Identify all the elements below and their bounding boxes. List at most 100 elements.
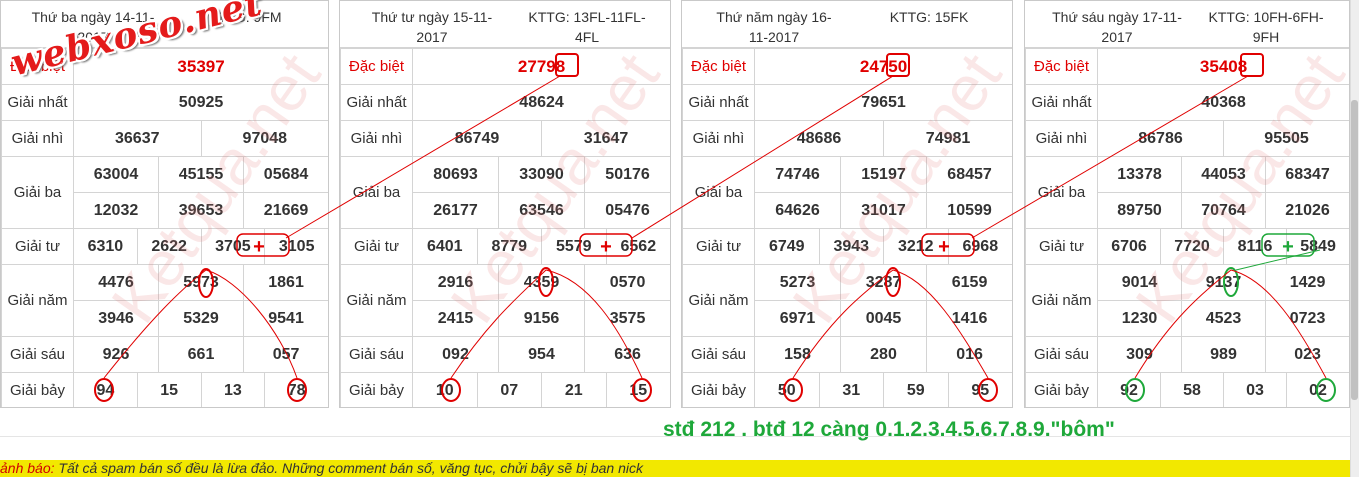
seventh-prize-value: 58 [1160, 372, 1224, 407]
prize-label-third: Giải ba [1025, 156, 1098, 229]
seventh-prize-value: 21 [541, 372, 607, 407]
result-panel: Thứ năm ngày 16- 11-2017 KTTG: 15FK Đặc biệ… [681, 0, 1013, 408]
sixth-prize-value: 661 [158, 336, 244, 373]
fourth-prize-value: 3105 [264, 228, 328, 265]
second-prize-value: 36637 [73, 120, 202, 157]
prize-label-second: Giải nhì [1025, 120, 1098, 157]
second-prize-value: 86786 [1097, 120, 1224, 157]
prize-label-sixth: Giải sáu [682, 336, 755, 373]
prize-label-seventh: Giải bảy [1, 372, 74, 407]
sixth-prize-value: 158 [754, 336, 841, 373]
sixth-prize-value: 092 [412, 336, 499, 373]
second-prize-value: 86749 [412, 120, 542, 157]
prize-label-fifth: Giải năm [1, 264, 74, 337]
fifth-prize-value: 0570 [583, 264, 670, 301]
draw-date-line: Thứ năm ngày 16- [716, 9, 832, 25]
draw-date-line: 11-2017 [748, 29, 800, 45]
sixth-prize-value: 057 [242, 336, 328, 373]
prize-label-fourth: Giải tư [340, 228, 413, 265]
seventh-prize-value: 95 [947, 372, 1012, 407]
prize-label-fifth: Giải năm [340, 264, 413, 337]
prize-label-seventh: Giải bảy [682, 372, 755, 407]
draw-date-line: 2017 [416, 29, 448, 45]
sixth-prize-value: 309 [1097, 336, 1182, 373]
fifth-prize-value: 0723 [1264, 300, 1349, 337]
prize-label-seventh: Giải bảy [1025, 372, 1098, 407]
seventh-prize-value: 03 [1223, 372, 1287, 407]
fourth-prize-value: 6562 [605, 228, 670, 265]
prize-label-special: Đặc biệt [1025, 48, 1098, 85]
seventh-prize-value: 94 [73, 372, 138, 407]
prize-label-fifth: Giải năm [682, 264, 755, 337]
warning-bar: ảnh báo: Tất cả spam bán số đều là lừa đ… [0, 460, 1350, 477]
sixth-prize-value: 280 [840, 336, 927, 373]
scroll-thumb[interactable] [1351, 100, 1358, 400]
prize-label-second: Giải nhì [682, 120, 755, 157]
result-panel: Thứ tư ngày 15-11- 2017 KTTG: 13FL-11FL- 4F… [339, 0, 671, 408]
scrollbar[interactable] [1350, 0, 1359, 477]
seventh-prize-value: 92 [1097, 372, 1161, 407]
draw-date-line: Thứ sáu ngày 17-11- [1052, 9, 1182, 25]
fifth-prize-value: 1416 [925, 300, 1012, 337]
sixth-prize-value: 636 [583, 336, 670, 373]
result-panel: Thứ sáu ngày 17-11- 2017 KTTG: 10FH-6FH- 9F… [1024, 0, 1350, 408]
fifth-prize-value: 9541 [242, 300, 328, 337]
kttg-line: 4FL [574, 29, 600, 45]
seventh-prize-value: 15 [605, 372, 670, 407]
kttg-code: KTTG: 10FH-6FH- 9FH [1191, 7, 1341, 47]
comment-text: stđ 212 . btđ 12 càng 0.1.2.3.4.5.6.7.8.… [663, 418, 1115, 441]
fifth-prize-value: 1861 [242, 264, 328, 301]
draw-date: Thứ tư ngày 15-11- 2017 [352, 7, 512, 47]
kttg-code: KTTG: 15FK [854, 7, 1004, 27]
prize-label-special: Đặc biệt [682, 48, 755, 85]
seventh-prize-value: 13 [200, 372, 266, 407]
seventh-prize-value: 02 [1285, 372, 1349, 407]
prize-label-fourth: Giải tư [1, 228, 74, 265]
third-prize-value: 21026 [1264, 192, 1349, 229]
page: Thứ ba ngày 14-11- 2017 KTTG: 9FM Đặc biệt 3… [0, 0, 1359, 477]
divider [0, 436, 1350, 437]
third-prize-value: 74746 [754, 156, 841, 193]
third-prize-value: 21669 [242, 192, 328, 229]
prize-label-sixth: Giải sáu [1, 336, 74, 373]
third-prize-value: 05476 [583, 192, 670, 229]
prize-label-first: Giải nhất [1025, 84, 1098, 121]
draw-date: Thứ sáu ngày 17-11- 2017 [1037, 7, 1197, 47]
sixth-prize-value: 926 [73, 336, 159, 373]
kttg-line: KTTG: 15FK [889, 9, 969, 25]
prize-label-third: Giải ba [340, 156, 413, 229]
prize-label-fifth: Giải năm [1025, 264, 1098, 337]
draw-date-line: 2017 [1101, 29, 1133, 45]
sixth-prize-value: 023 [1264, 336, 1349, 373]
prize-label-second: Giải nhì [340, 120, 413, 157]
seventh-prize-value: 10 [412, 372, 478, 407]
seventh-prize-value: 78 [264, 372, 328, 407]
prize-label-sixth: Giải sáu [1025, 336, 1098, 373]
prize-label-third: Giải ba [682, 156, 755, 229]
prize-label-first: Giải nhất [340, 84, 413, 121]
seventh-prize-value: 50 [754, 372, 820, 407]
third-prize-value: 10599 [925, 192, 1012, 229]
prize-label-seventh: Giải bảy [340, 372, 413, 407]
kttg-code: KTTG: 13FL-11FL- 4FL [512, 7, 662, 47]
kttg-line: 9FH [1252, 29, 1280, 45]
third-prize-value: 63004 [73, 156, 159, 193]
fifth-prize-value: 1429 [1264, 264, 1349, 301]
sixth-prize-value: 989 [1181, 336, 1266, 373]
prize-label-second: Giải nhì [1, 120, 74, 157]
kttg-line: KTTG: 13FL-11FL- [528, 9, 646, 25]
prize-label-third: Giải ba [1, 156, 74, 229]
prize-label-fourth: Giải tư [682, 228, 755, 265]
draw-date: Thứ năm ngày 16- 11-2017 [694, 7, 854, 47]
fifth-prize-value: 3575 [583, 300, 670, 337]
fourth-prize-value: 5849 [1285, 228, 1349, 265]
sixth-prize-value: 016 [925, 336, 1012, 373]
kttg-line: KTTG: 10FH-6FH- [1208, 9, 1324, 25]
third-prize-value: 13378 [1097, 156, 1182, 193]
sixth-prize-value: 954 [498, 336, 585, 373]
fifth-prize-value: 6159 [925, 264, 1012, 301]
prize-label-first: Giải nhất [1, 84, 74, 121]
seventh-prize-value: 59 [883, 372, 949, 407]
panel-header: Thứ năm ngày 16- 11-2017 KTTG: 15FK [682, 1, 1012, 48]
third-prize-value: 80693 [412, 156, 499, 193]
